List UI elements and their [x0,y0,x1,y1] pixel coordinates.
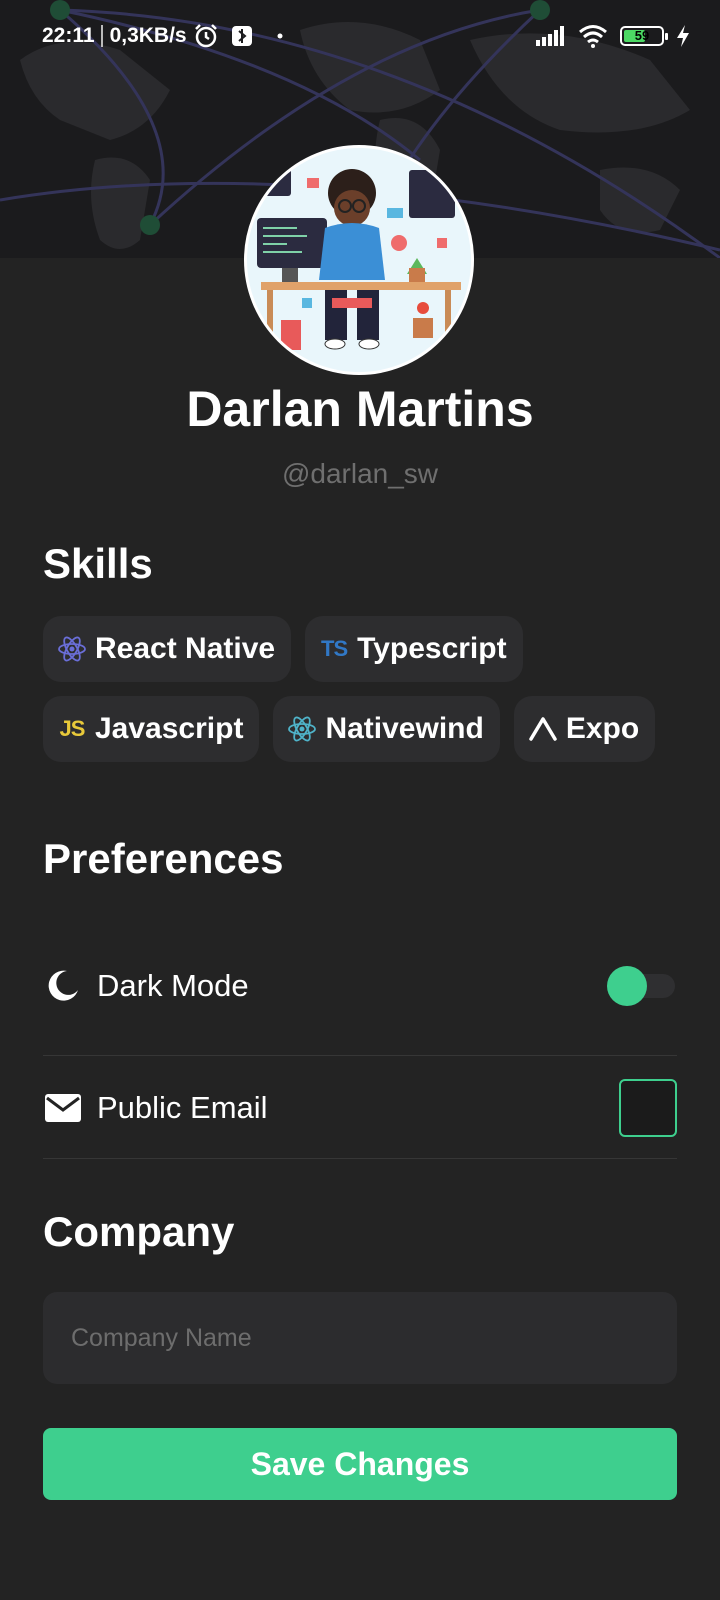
public-email-row[interactable]: Public Email [43,1079,677,1137]
react-icon [57,634,87,664]
company-title: Company [43,1208,235,1255]
divider [43,1055,677,1056]
signal-icon [536,26,566,46]
company-input-container[interactable] [43,1292,677,1384]
dark-mode-label: Dark Mode [97,968,249,1003]
skill-chip-expo[interactable]: Expo [513,696,656,762]
company-name-input[interactable] [71,1323,649,1353]
alarm-icon [193,23,219,49]
profile-avatar[interactable] [244,145,474,375]
status-time: 22:11 [42,24,95,47]
charging-icon [676,25,690,47]
status-bar: 22:11 0,3KB/s 59 [0,0,720,72]
react-icon [287,714,317,744]
expo-icon [528,714,558,744]
profile-screen: 22:11 0,3KB/s 59 Darlan Martins @darlan_… [0,0,720,1600]
typescript-icon: TS [321,636,348,661]
avatar-illustration [247,148,471,372]
skill-chip-javascript[interactable]: JS Javascript [43,696,260,762]
moon-icon [43,966,83,1006]
preferences-title: Preferences [43,835,284,882]
public-email-label: Public Email [97,1090,268,1125]
mail-icon [43,1088,83,1128]
profile-handle: @darlan_sw [281,458,439,489]
skill-chip-react-native[interactable]: React Native [43,616,292,682]
status-separator [100,25,103,47]
skill-chip-nativewind[interactable]: Nativewind [273,696,500,762]
skill-label: Expo [565,712,640,745]
skills-list: React Native TS Typescript JS Javascript… [43,616,683,776]
dark-mode-row[interactable]: Dark Mode [43,966,677,1006]
public-email-checkbox[interactable] [619,1079,677,1137]
battery-icon: 59 [620,26,668,46]
battery-level: 59 [634,28,650,43]
skills-title: Skills [43,540,153,587]
skill-label: Javascript [95,712,244,745]
dark-mode-toggle[interactable] [607,966,677,1006]
wifi-icon [578,24,608,48]
profile-name: Darlan Martins [186,381,534,437]
skill-label: Typescript [357,632,507,665]
divider [43,1158,677,1159]
notification-app-icon [231,25,253,47]
skill-label: Nativewind [325,712,484,745]
javascript-icon: JS [59,716,86,741]
skill-chip-typescript[interactable]: TS Typescript [305,616,523,682]
dot-icon [277,33,283,39]
network-speed: 0,3KB/s [109,24,187,47]
toggle-thumb [607,966,647,1006]
skill-label: React Native [95,632,276,665]
save-changes-button[interactable]: Save Changes [43,1428,677,1500]
